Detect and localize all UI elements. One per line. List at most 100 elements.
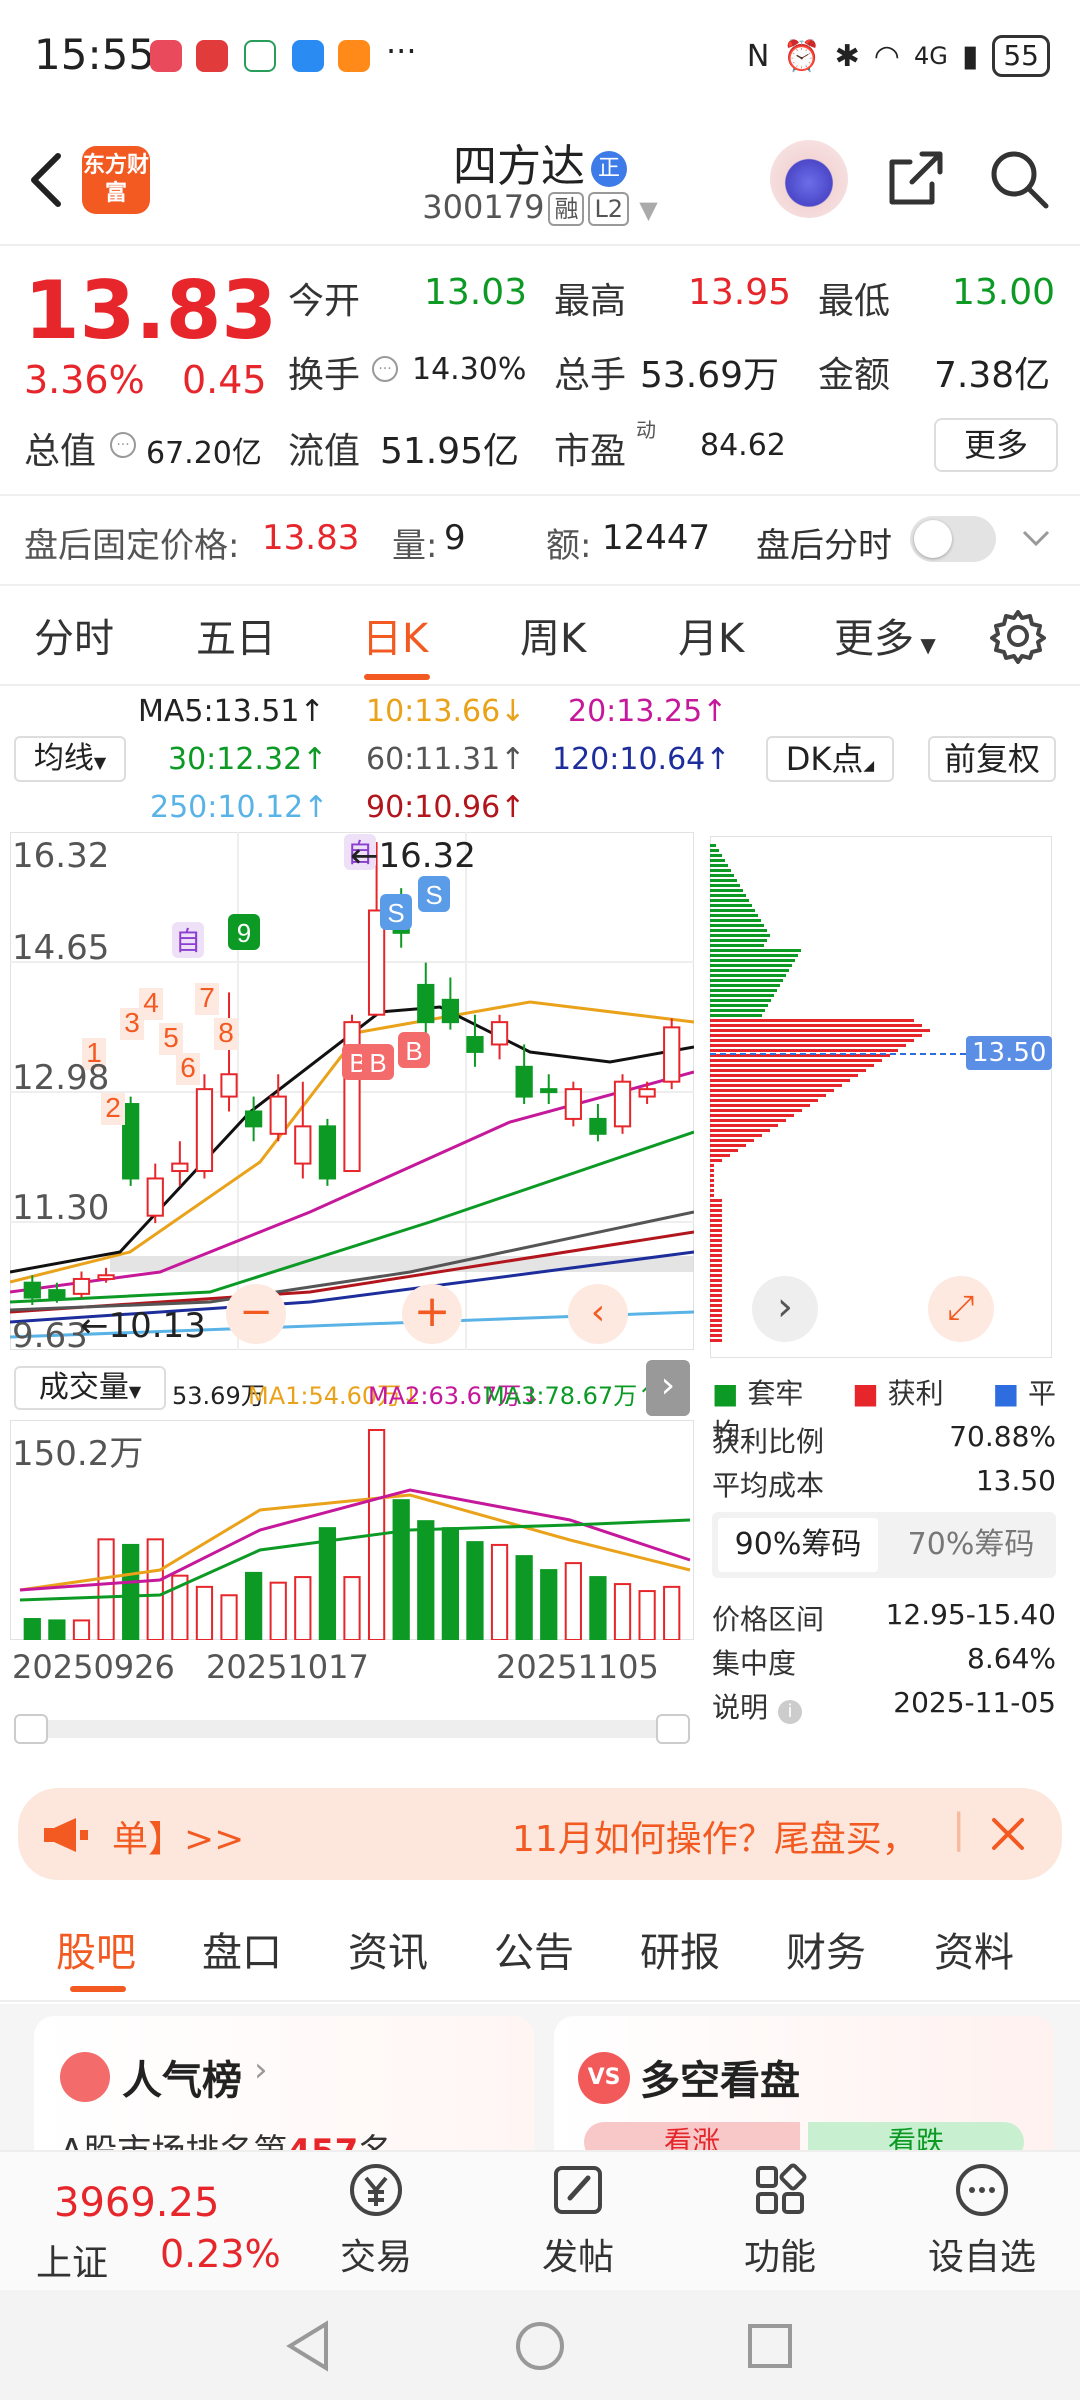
search-icon[interactable]	[986, 146, 1052, 212]
tab-more[interactable]: 更多 ▼	[834, 606, 936, 664]
volume-bar	[663, 1585, 681, 1641]
panel-toggle-icon[interactable]: ›	[646, 1360, 690, 1416]
forward-adjust-button[interactable]: 前复权	[928, 736, 1056, 782]
home-circle-icon[interactable]	[514, 2320, 566, 2372]
nav-post[interactable]: 发帖	[508, 2160, 648, 2280]
chip-bar	[710, 1159, 722, 1162]
volume-selector[interactable]: 成交量▼	[14, 1366, 166, 1410]
chip-bar	[710, 1184, 714, 1187]
ma-selector[interactable]: 均线▼	[14, 736, 126, 782]
tab-announcements[interactable]: 公告	[494, 1920, 574, 1978]
banner-left-text: 单】>>	[112, 1819, 245, 1860]
ai-assistant-icon[interactable]	[770, 140, 848, 218]
chip-bar	[710, 1174, 714, 1177]
chip-bar	[710, 1279, 722, 1282]
vs-icon: VS	[578, 2052, 630, 2104]
share-icon[interactable]	[882, 146, 948, 212]
info-icon[interactable]: ···	[372, 356, 398, 382]
avg-cost-label: 平均成本	[712, 1469, 825, 1502]
expand-icon[interactable]: ⤢	[928, 1276, 994, 1342]
ma120-value: 120:10.64↑	[552, 742, 731, 777]
index-change: 0.23%	[160, 2232, 281, 2276]
zoom-out-icon[interactable]: −	[226, 1284, 286, 1344]
chip-bar	[710, 904, 752, 907]
promo-banner[interactable]: 单】>> 11月如何操作？尾盘买， |	[18, 1788, 1062, 1880]
bull-bear-title: 多空看盘	[640, 2058, 800, 2104]
battery-icon: 55	[992, 35, 1050, 77]
dk-point-button[interactable]: DK点◢	[766, 736, 894, 782]
crosshair-icon[interactable]: +	[402, 1284, 462, 1344]
grid-function-icon	[756, 2163, 807, 2214]
recents-square-icon[interactable]	[746, 2322, 794, 2370]
chip-bar	[710, 1264, 722, 1267]
tab-news[interactable]: 资讯	[348, 1920, 428, 1978]
scroll-left-icon[interactable]: ‹	[568, 1284, 628, 1344]
profit-ratio-label: 获利比例	[712, 1425, 825, 1458]
scroll-handle-left[interactable]	[14, 1714, 48, 1744]
change-amount: 0.45	[182, 358, 267, 402]
chip-svg	[709, 835, 1053, 1359]
date-label: 20251105	[496, 1648, 659, 1686]
tab-weekly-k[interactable]: 周K	[520, 606, 586, 664]
ma60-value: 60:11.31↑	[366, 742, 526, 777]
volume-chart[interactable]: 150.2万 20250926 20251017 20251105	[9, 1419, 695, 1744]
info-icon[interactable]: ···	[110, 432, 136, 458]
after-hours-toggle[interactable]	[910, 516, 996, 562]
chip-bar	[710, 884, 740, 887]
volume-bar	[417, 1520, 435, 1641]
signal-icon: ▮	[961, 38, 979, 74]
dk-point-label: DK点	[785, 740, 864, 778]
float-value: 51.95亿	[380, 431, 520, 472]
candle	[589, 1117, 607, 1135]
nav-function[interactable]: 功能	[710, 2160, 850, 2280]
more-button[interactable]: 更多	[934, 418, 1058, 472]
chart-bar-icon	[60, 2052, 110, 2102]
settings-gear-icon[interactable]	[990, 608, 1046, 664]
tab-5day[interactable]: 五日	[196, 606, 276, 664]
chip-distribution-chart[interactable]: 13.50 › ⤢	[709, 835, 1053, 1359]
high-label: 最高	[554, 281, 627, 322]
back-triangle-icon[interactable]	[284, 2320, 332, 2372]
tab-daily-k[interactable]: 日K	[362, 606, 428, 664]
chip-bar	[710, 1134, 762, 1137]
tab-intraday[interactable]: 分时	[34, 606, 114, 664]
mktcap-label: 总值	[24, 431, 97, 472]
nav-watchlist[interactable]: 设自选	[912, 2160, 1052, 2280]
index-value[interactable]: 3969.25	[54, 2180, 219, 2226]
tab-finance[interactable]: 财务	[786, 1920, 866, 1978]
amount-value: 7.38亿	[934, 355, 1051, 396]
tab-monthly-k[interactable]: 月K	[678, 606, 744, 664]
tab-chip-90[interactable]: 90%筹码	[718, 1518, 878, 1572]
tab-guba[interactable]: 股吧	[56, 1920, 136, 1978]
chip-bar	[710, 984, 780, 987]
high-value: 13.95	[688, 272, 792, 313]
chip-bar	[710, 1124, 778, 1127]
chip-bar	[710, 1259, 722, 1262]
scroll-handle-right[interactable]	[656, 1714, 690, 1744]
chip-bar	[710, 1199, 722, 1202]
volume-bar	[97, 1538, 115, 1641]
chevron-down-icon[interactable]	[1020, 526, 1052, 550]
chip-bar	[710, 1109, 802, 1112]
candle	[97, 1274, 115, 1280]
chip-bar	[710, 1209, 722, 1212]
nav-trade[interactable]: 交易	[306, 2160, 446, 2280]
kline-chart[interactable]: 12345678自自SSBBB9 16.32 14.65 12.98 11.30…	[9, 831, 814, 1356]
tab-chip-70[interactable]: 70%筹码	[896, 1518, 1046, 1572]
chevron-right-icon[interactable]: ›	[752, 1276, 818, 1342]
scroll-track[interactable]	[14, 1714, 690, 1744]
low-label: 最低	[818, 281, 891, 322]
tab-pankou[interactable]: 盘口	[202, 1920, 282, 1978]
info-icon[interactable]: i	[778, 1700, 803, 1724]
tab-research[interactable]: 研报	[640, 1920, 720, 1978]
close-icon[interactable]	[988, 1814, 1028, 1854]
volume-bar	[220, 1594, 238, 1642]
status-bar: 15:55 ··· N ⏰ ✱ ◠ 4G ▮ 55	[0, 0, 1080, 118]
tab-profile[interactable]: 资料	[934, 1920, 1014, 1978]
chip-bar	[710, 1094, 826, 1097]
after-hours-price: 13.83	[262, 518, 360, 558]
video-notification-icon	[338, 40, 370, 72]
caret-down-icon: ▼	[914, 633, 936, 657]
pe-value: 84.62	[700, 428, 786, 463]
price-range-label: 价格区间	[712, 1603, 825, 1636]
